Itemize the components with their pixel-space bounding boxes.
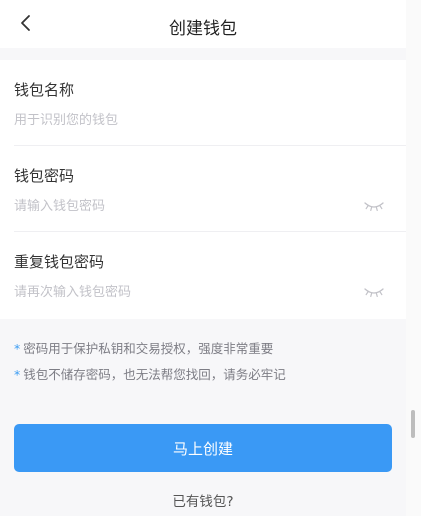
scrollbar-thumb[interactable] [411, 410, 415, 438]
repeat-password-input[interactable] [14, 282, 354, 302]
repeat-password-field: 重复钱包密码 [0, 232, 406, 318]
app-screen: 创建钱包 钱包名称 钱包密码 重复钱包密码 [0, 0, 406, 516]
eye-closed-icon [364, 288, 384, 297]
note-text: 密码用于保护私钥和交易授权，强度非常重要 [23, 341, 274, 356]
wallet-name-label: 钱包名称 [14, 81, 75, 99]
password-field: 钱包密码 [0, 146, 406, 232]
page-title: 创建钱包 [169, 19, 237, 39]
eye-closed-icon [364, 202, 384, 211]
wallet-form: 钱包名称 钱包密码 重复钱包密码 [0, 60, 406, 319]
wallet-name-field: 钱包名称 [0, 60, 406, 146]
repeat-password-label: 重复钱包密码 [14, 253, 105, 271]
password-visibility-toggle[interactable] [363, 198, 385, 212]
password-notes: * 密码用于保护私钥和交易授权，强度非常重要 * 钱包不储存密码，也无法帮您找回，请… [14, 336, 394, 388]
note-item: * 密码用于保护私钥和交易授权，强度非常重要 [14, 336, 394, 362]
note-text: 钱包不储存密码，也无法帮您找回，请务必牢记 [23, 367, 286, 382]
note-bullet: * [14, 367, 21, 382]
scrollbar[interactable] [406, 0, 421, 516]
note-bullet: * [14, 341, 21, 356]
password-input[interactable] [14, 196, 354, 216]
wallet-name-input[interactable] [14, 110, 354, 130]
already-have-wallet-link[interactable]: 已有钱包? [0, 490, 406, 510]
password-label: 钱包密码 [14, 167, 75, 185]
note-item: * 钱包不储存密码，也无法帮您找回，请务必牢记 [14, 362, 394, 388]
header-bar: 创建钱包 [0, 0, 406, 48]
create-wallet-button[interactable]: 马上创建 [14, 424, 392, 472]
repeat-password-visibility-toggle[interactable] [363, 284, 385, 298]
